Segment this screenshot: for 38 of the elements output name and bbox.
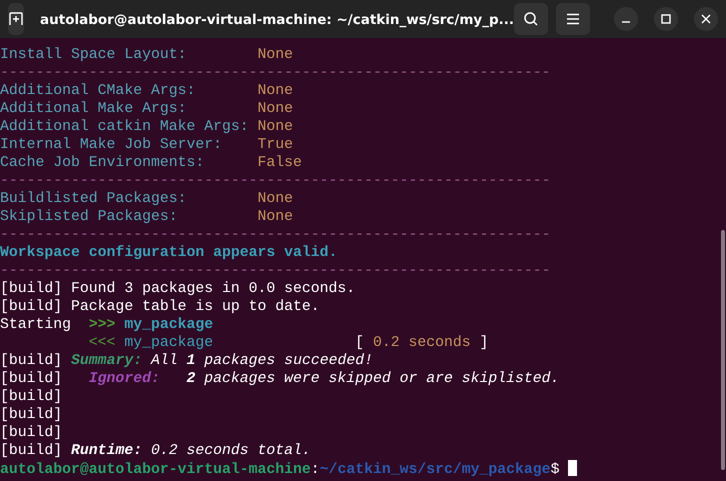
- divider-line: --------------------------------------------------------------: [0, 64, 552, 82]
- new-tab-icon: [8, 11, 24, 27]
- minimize-icon: [621, 21, 631, 23]
- terminal-line: [build] Ignored: 2 packages were skipped or are skiplisted.: [0, 370, 560, 388]
- terminal-line: Workspace configuration appears valid.: [0, 244, 338, 262]
- terminal-line: [build] Runtime: 0.2 seconds total.: [0, 442, 312, 460]
- terminal-line: <<< my_package [ 0.2 seconds ]: [88, 334, 490, 352]
- terminal-line: [build]: [0, 424, 64, 442]
- divider-line: --------------------------------------------------------------: [0, 262, 552, 280]
- terminal-line: autolabor@autolabor-virtual-machine:~/catkin_ws/src/my_package$: [0, 460, 726, 478]
- terminal-line: Install Space Layout: None: [0, 46, 294, 64]
- terminal-line: [build] Package table is up to date.: [0, 298, 321, 316]
- terminal-line: Additional catkin Make Args: None: [0, 118, 294, 136]
- terminal-line: Starting >>> my_package: [0, 316, 214, 334]
- search-button[interactable]: [514, 3, 548, 35]
- divider-line: --------------------------------------------------------------: [0, 226, 552, 244]
- maximize-button[interactable]: [654, 7, 678, 31]
- divider-line: --------------------------------------------------------------: [0, 172, 552, 190]
- menu-button[interactable]: [556, 3, 590, 35]
- close-button[interactable]: [694, 7, 718, 31]
- new-tab-button[interactable]: [8, 3, 24, 35]
- terminal-line: Buildlisted Packages: None: [0, 190, 294, 208]
- window-title: autolabor@autolabor-virtual-machine: ~/catkin_ws/src/my_p...: [40, 12, 514, 28]
- minimize-button[interactable]: [614, 7, 638, 31]
- terminal-line: [build] Found 3 packages in 0.0 seconds.: [0, 280, 356, 298]
- menu-icon: [566, 13, 580, 25]
- search-icon: [523, 11, 539, 27]
- terminal-line: [build] Summary: All 1 packages succeeded!: [0, 352, 374, 370]
- terminal-line: Cache Job Environments: False: [0, 154, 303, 172]
- terminal-line: [build]: [0, 388, 64, 406]
- close-icon: [701, 14, 711, 24]
- maximize-icon: [661, 14, 671, 24]
- terminal-line: Internal Make Job Server: True: [0, 136, 294, 154]
- scrollbar[interactable]: [721, 230, 725, 470]
- terminal-line: Additional Make Args: None: [0, 100, 294, 118]
- terminal-line: [build]: [0, 406, 64, 424]
- terminal-line: Skiplisted Packages: None: [0, 208, 294, 226]
- terminal-line: Additional CMake Args: None: [0, 82, 294, 100]
